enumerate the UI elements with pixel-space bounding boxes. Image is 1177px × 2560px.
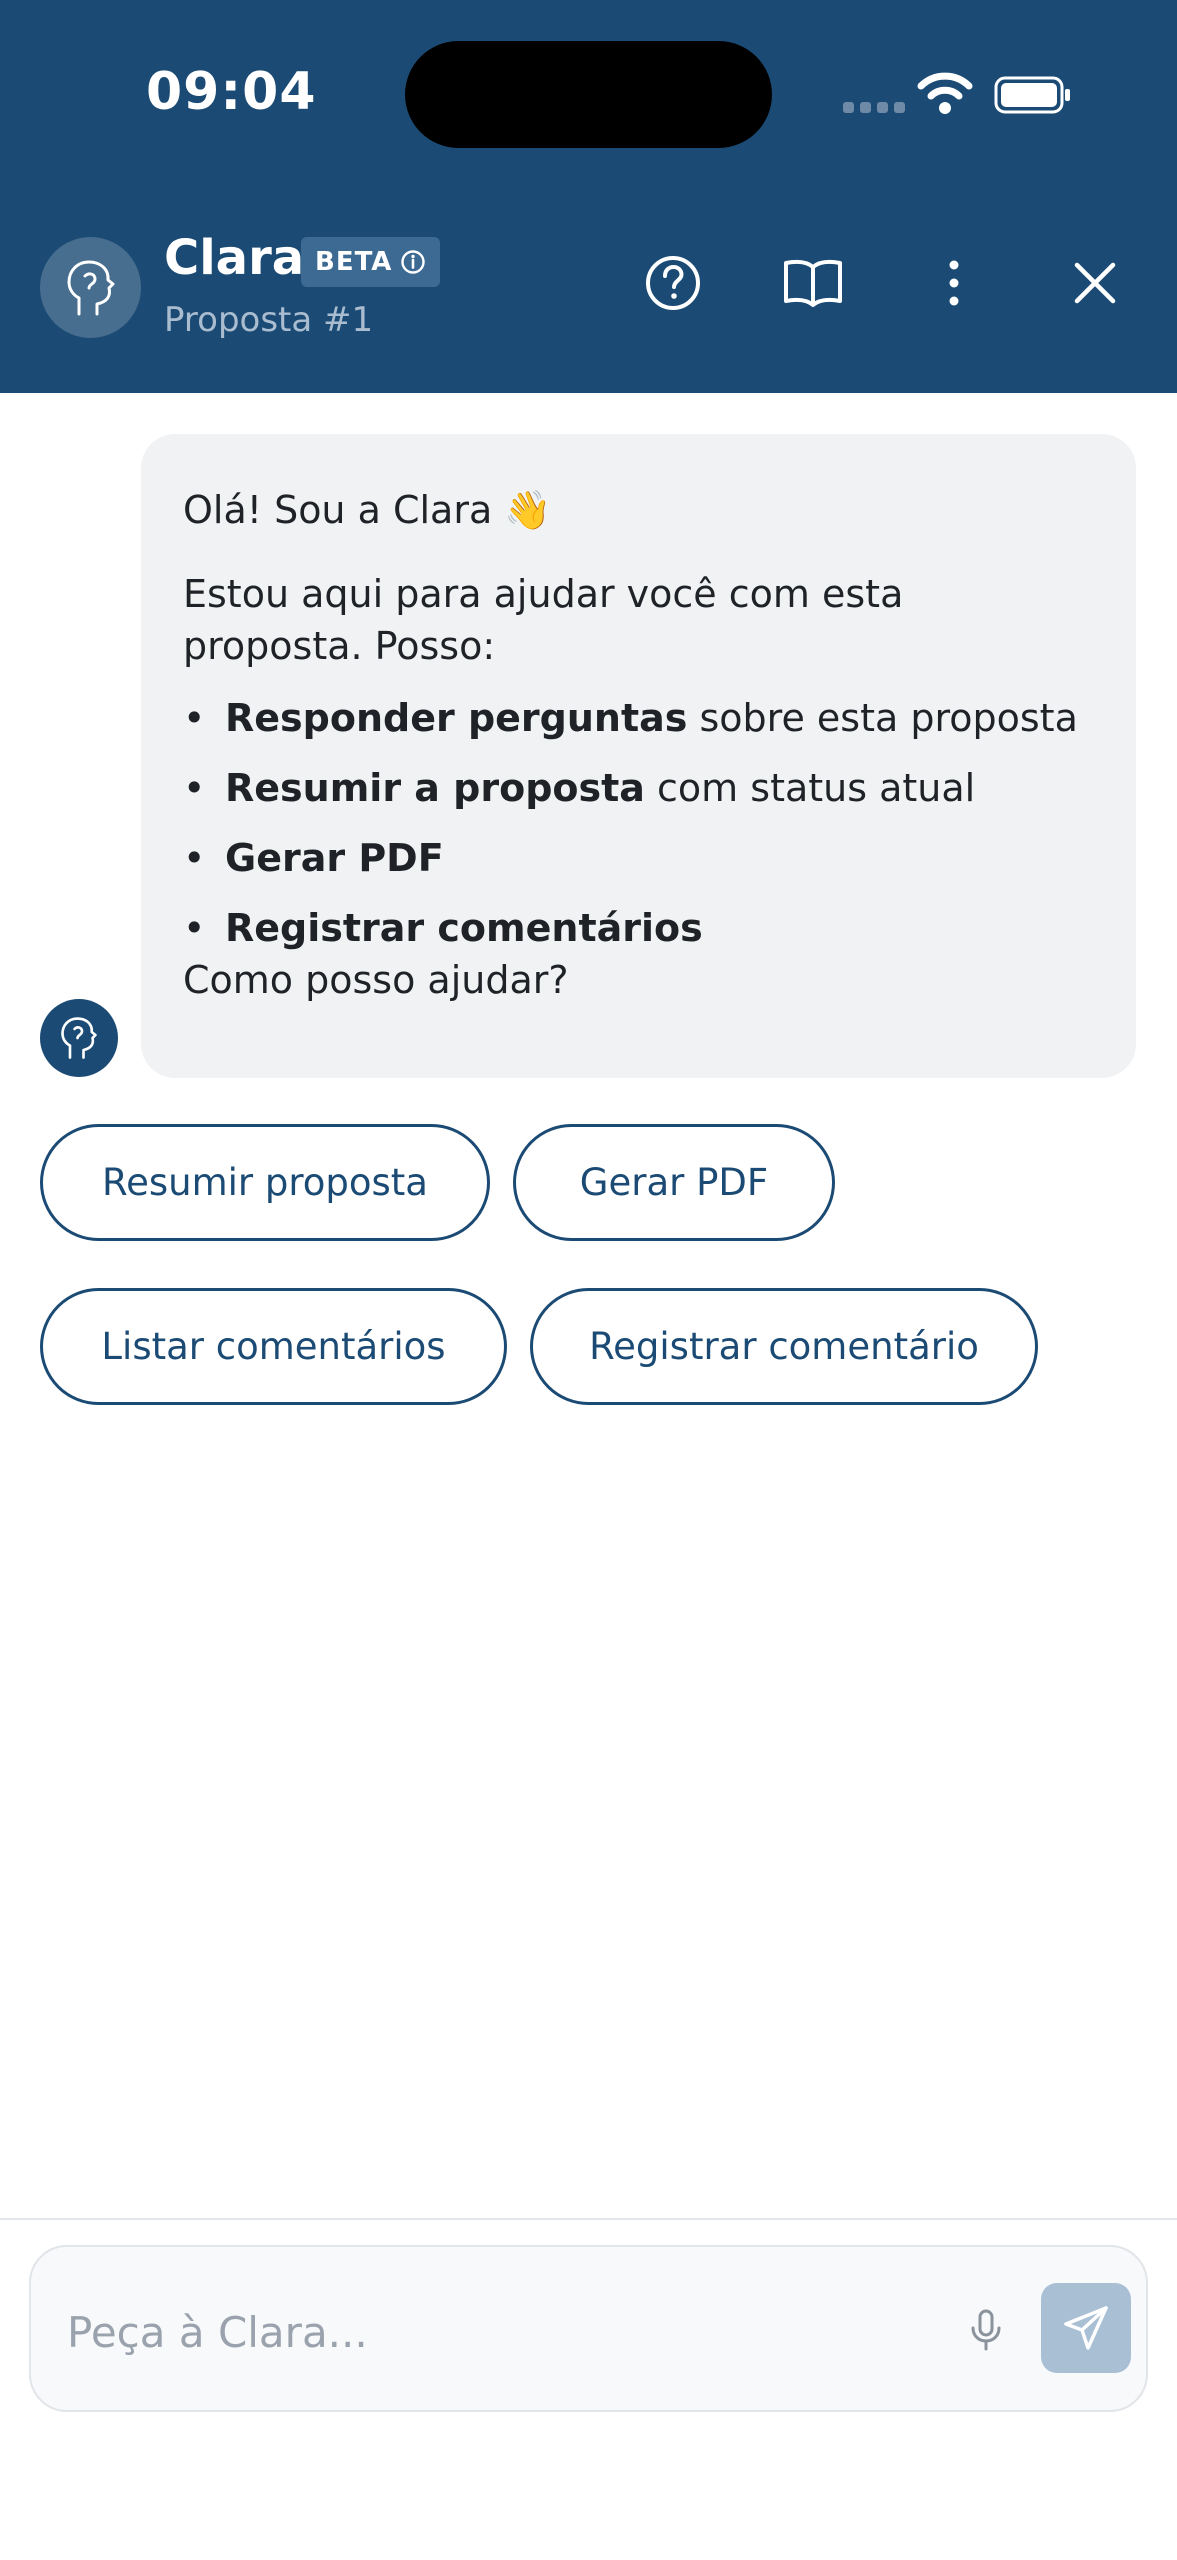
signal-icon: [843, 102, 905, 113]
close-icon: [1074, 262, 1116, 304]
more-icon: [949, 260, 959, 306]
help-icon: [646, 256, 700, 310]
message-closing: Como posso ajudar?: [183, 958, 569, 1002]
message-avatar: [40, 999, 118, 1077]
send-icon: [1064, 2306, 1108, 2350]
assistant-avatar: [40, 237, 141, 338]
list-item: Responder perguntas sobre esta proposta: [183, 692, 1094, 744]
composer-divider: [0, 2218, 1177, 2220]
message-greeting: Olá! Sou a Clara 👋: [183, 488, 552, 532]
capabilities-list: Responder perguntas sobre esta proposta …: [183, 692, 1094, 954]
app-header: 09:04 Clara BETA Proposta #1: [0, 0, 1177, 393]
status-time: 09:04: [146, 62, 317, 122]
assistant-message: Olá! Sou a Clara 👋 Estou aqui para ajuda…: [141, 434, 1136, 1078]
list-item: Registrar comentários: [183, 902, 1094, 954]
send-button[interactable]: [1041, 2283, 1131, 2373]
list-item: Resumir a proposta com status atual: [183, 762, 1094, 814]
message-intro: Estou aqui para ajudar você com esta pro…: [183, 572, 904, 668]
book-icon: [784, 259, 842, 307]
microphone-icon: [971, 2309, 1001, 2351]
help-button[interactable]: [638, 248, 708, 318]
beta-badge[interactable]: BETA: [301, 237, 441, 287]
list-item: Gerar PDF: [183, 832, 1094, 884]
chip-list-comments[interactable]: Listar comentários: [40, 1288, 507, 1405]
guide-button[interactable]: [778, 248, 848, 318]
assistant-name: Clara: [164, 230, 305, 286]
info-icon: [401, 250, 426, 274]
message-input[interactable]: [67, 2287, 947, 2377]
head-profile-icon: [67, 260, 114, 315]
battery-icon: [994, 76, 1070, 114]
dynamic-island: [405, 41, 772, 148]
close-button[interactable]: [1060, 248, 1130, 318]
chip-summarize-proposal[interactable]: Resumir proposta: [40, 1124, 490, 1241]
head-profile-icon: [61, 1017, 97, 1059]
chip-register-comment[interactable]: Registrar comentário: [530, 1288, 1038, 1405]
wifi-icon: [917, 72, 973, 114]
voice-button[interactable]: [951, 2295, 1021, 2365]
beta-label: BETA: [315, 247, 393, 277]
proposal-subtitle: Proposta #1: [164, 300, 374, 340]
chip-generate-pdf[interactable]: Gerar PDF: [513, 1124, 835, 1241]
composer: [29, 2245, 1148, 2412]
more-options-button[interactable]: [919, 248, 989, 318]
